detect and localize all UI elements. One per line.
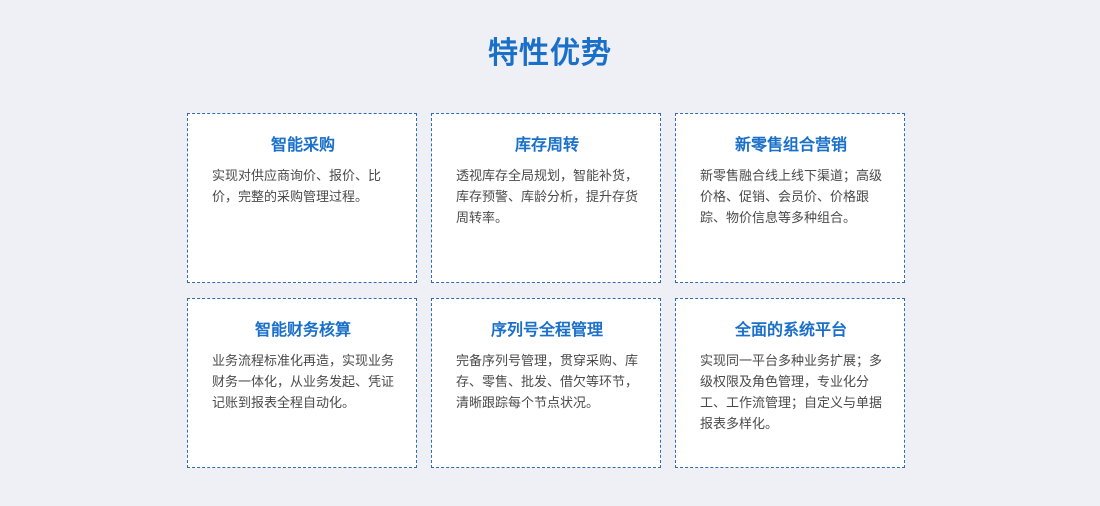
- feature-card-new-retail-marketing: 新零售组合营销 新零售融合线上线下渠道；高级价格、促销、会员价、价格跟踪、物价信…: [675, 113, 905, 283]
- feature-card-description: 透视库存全局规划，智能补货，库存预警、库龄分析，提升存货周转率。: [456, 169, 639, 226]
- feature-card-description: 新零售融合线上线下渠道；高级价格、促销、会员价、价格跟踪、物价信息等多种组合。: [700, 169, 883, 226]
- feature-card-system-platform: 全面的系统平台 实现同一平台多种业务扩展；多级权限及角色管理，专业化分工、工作流…: [675, 298, 905, 468]
- feature-card-title: 智能财务核算: [254, 320, 351, 339]
- feature-card-serial-number: 序列号全程管理 完备序列号管理，贯穿采购、库存、零售、批发、借欠等环节，清晰跟踪…: [431, 298, 661, 468]
- feature-card-title: 序列号全程管理: [490, 320, 603, 339]
- feature-card-inventory-turnover: 库存周转 透视库存全局规划，智能补货，库存预警、库龄分析，提升存货周转率。: [431, 113, 661, 283]
- feature-grid: 智能采购 实现对供应商询价、报价、比价，完整的采购管理过程。 库存周转 透视库存…: [187, 113, 905, 468]
- feature-card-smart-finance: 智能财务核算 业务流程标准化再造，实现业务财务一体化，从业务发起、凭证记账到报表…: [187, 298, 417, 468]
- feature-card-title: 智能采购: [270, 135, 335, 154]
- section-title: 特性优势: [488, 36, 612, 71]
- feature-card-title: 库存周转: [514, 135, 579, 154]
- feature-card-description: 实现对供应商询价、报价、比价，完整的采购管理过程。: [212, 169, 382, 205]
- feature-card-description: 实现同一平台多种业务扩展；多级权限及角色管理，专业化分工、工作流管理；自定义与单…: [700, 354, 883, 432]
- feature-card-description: 完备序列号管理，贯穿采购、库存、零售、批发、借欠等环节，清晰跟踪每个节点状况。: [456, 354, 639, 411]
- feature-card-title: 全面的系统平台: [734, 320, 847, 339]
- feature-card-title: 新零售组合营销: [734, 135, 847, 154]
- feature-card-description: 业务流程标准化再造，实现业务财务一体化，从业务发起、凭证记账到报表全程自动化。: [212, 354, 395, 411]
- feature-card-smart-procurement: 智能采购 实现对供应商询价、报价、比价，完整的采购管理过程。: [187, 113, 417, 283]
